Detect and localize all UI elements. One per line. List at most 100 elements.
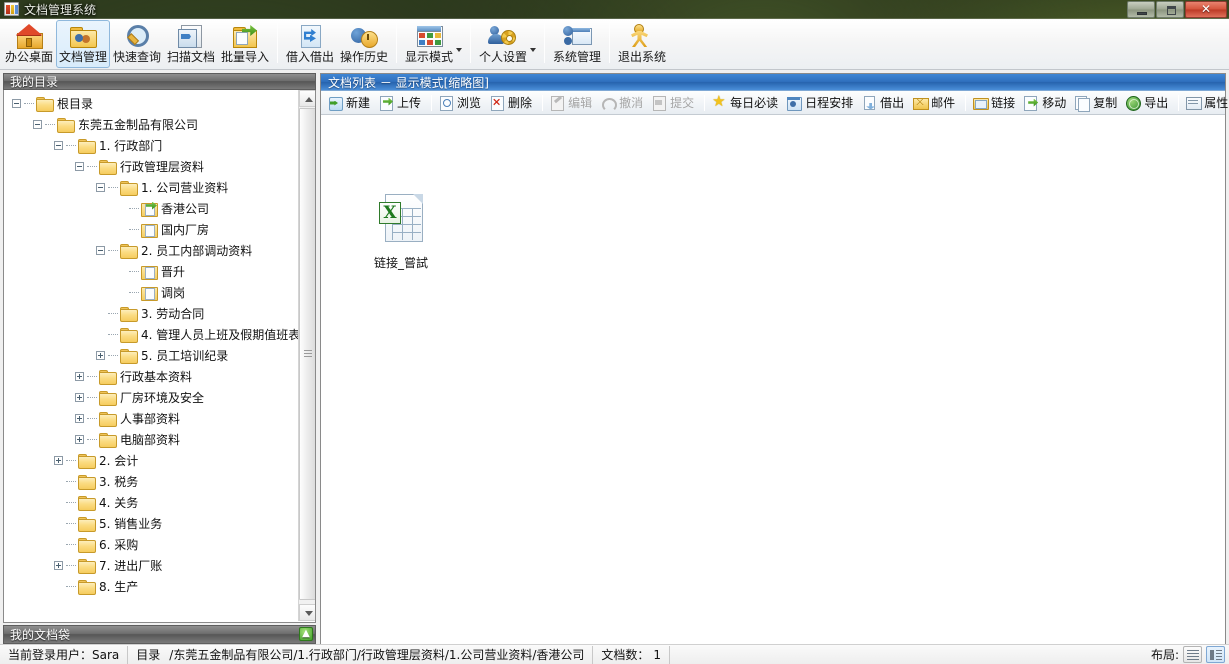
tree-connector: [87, 418, 97, 419]
expand-icon[interactable]: [75, 435, 84, 444]
tree-node[interactable]: 根目录: [4, 93, 299, 114]
list-layout-icon[interactable]: [1183, 646, 1202, 663]
doc-toolbar-submit: 提交: [649, 92, 700, 114]
tree-node[interactable]: 5. 员工培训纪录: [4, 345, 299, 366]
folder-icon: [120, 307, 138, 322]
toolbar-button-folder-people[interactable]: 文档管理: [56, 20, 110, 68]
doc-toolbar-delete[interactable]: ✕删除: [487, 92, 538, 114]
up-arrow-icon[interactable]: ▲: [299, 627, 313, 641]
file-item-label: 链接_嘗試: [373, 256, 428, 270]
expand-icon[interactable]: [54, 561, 63, 570]
collapse-icon[interactable]: [96, 183, 105, 192]
collapse-icon[interactable]: [12, 99, 21, 108]
toolbar-button-batch-import[interactable]: 批量导入: [218, 20, 272, 68]
doc-toolbar-lend[interactable]: 借出: [859, 92, 910, 114]
close-button[interactable]: ✕: [1185, 1, 1227, 18]
toolbar-button-label: 操作历史: [339, 50, 388, 64]
scrollbar-thumb[interactable]: [299, 108, 315, 600]
collapse-icon[interactable]: [75, 162, 84, 171]
toolbar-separator: [544, 23, 545, 63]
expand-icon[interactable]: [75, 414, 84, 423]
tree-node[interactable]: 调岗: [4, 282, 299, 303]
doc-toolbar-new[interactable]: 新建: [325, 92, 376, 114]
doc-toolbar-copy[interactable]: 复制: [1072, 92, 1123, 114]
doc-toolbar-star[interactable]: 每日必读: [709, 92, 784, 114]
expand-icon[interactable]: [75, 393, 84, 402]
folder-icon: [120, 328, 138, 343]
collapse-icon[interactable]: [96, 246, 105, 255]
maximize-button[interactable]: [1156, 1, 1184, 18]
doc-toolbar-upload[interactable]: 上传: [376, 92, 427, 114]
tree-node-label: 根目录: [57, 97, 94, 111]
doc-toolbar-move[interactable]: 移动: [1021, 92, 1072, 114]
tree-node[interactable]: 电脑部资料: [4, 429, 299, 450]
tree-node[interactable]: 厂房环境及安全: [4, 387, 299, 408]
scroll-down-button[interactable]: [299, 604, 315, 621]
tree-node[interactable]: 7. 进出厂账: [4, 555, 299, 576]
toolbar-button-label: 快速查询: [112, 50, 161, 64]
toolbar-button-system-admin[interactable]: 系统管理: [550, 20, 604, 68]
tree-node[interactable]: 晋升: [4, 261, 299, 282]
split-layout-icon[interactable]: [1206, 646, 1225, 663]
tree-vertical-scrollbar[interactable]: [298, 90, 315, 621]
tree-node[interactable]: 1. 行政部门: [4, 135, 299, 156]
folder-icon: [120, 349, 138, 364]
tree-connector: [87, 376, 97, 377]
tree-node[interactable]: 3. 劳动合同: [4, 303, 299, 324]
doc-toolbar-mail[interactable]: 邮件: [910, 92, 961, 114]
tree-node[interactable]: 8. 生产: [4, 576, 299, 597]
doc-toolbar-separator: [965, 94, 967, 111]
tree-node-label: 8. 生产: [99, 580, 139, 594]
tree-node[interactable]: 人事部资料: [4, 408, 299, 429]
tree-node[interactable]: 1. 公司营业资料: [4, 177, 299, 198]
minimize-button[interactable]: [1127, 1, 1155, 18]
doc-toolbar-export[interactable]: 导出: [1123, 92, 1174, 114]
toolbar-button-display-mode[interactable]: 显示模式: [402, 20, 462, 68]
directory-tree[interactable]: 根目录东莞五金制品有限公司 1. 行政部门 行政管理层资料 1. 公司营业资料 香港公司…: [3, 90, 316, 623]
expand-icon[interactable]: [96, 351, 105, 360]
document-list-area[interactable]: X 链接_嘗試: [321, 116, 1225, 657]
doc-toolbar-browse[interactable]: 浏览: [436, 92, 487, 114]
display-mode-icon: [415, 23, 443, 49]
toolbar-button-home[interactable]: 办公桌面: [2, 20, 56, 68]
tree-node[interactable]: 4. 管理人员上班及假期值班表: [4, 324, 299, 345]
my-document-bag-panel[interactable]: 我的文档袋 ▲: [3, 625, 316, 646]
doc-toolbar-label: 借出: [880, 95, 905, 110]
folder-icon: [120, 244, 138, 259]
toolbar-button-personal-settings[interactable]: 个人设置: [476, 20, 536, 68]
tree-node[interactable]: 国内厂房: [4, 219, 299, 240]
collapse-icon[interactable]: [33, 120, 42, 129]
tree-node[interactable]: 2. 会计: [4, 450, 299, 471]
tree-connector: [108, 187, 118, 188]
toolbar-button-scanner[interactable]: 扫描文档: [164, 20, 218, 68]
document-icon: [141, 265, 158, 280]
toolbar-button-magnifier[interactable]: 快速查询: [110, 20, 164, 68]
chevron-down-icon[interactable]: [456, 48, 462, 52]
tree-node[interactable]: 3. 税务: [4, 471, 299, 492]
doc-toolbar-properties[interactable]: 属性: [1183, 92, 1229, 114]
tree-node[interactable]: 东莞五金制品有限公司: [4, 114, 299, 135]
scroll-up-button[interactable]: [299, 90, 315, 107]
chevron-down-icon[interactable]: [530, 48, 536, 52]
tree-node[interactable]: 行政基本资料: [4, 366, 299, 387]
toolbar-button-exit[interactable]: 退出系统: [615, 20, 669, 68]
expand-icon[interactable]: [75, 372, 84, 381]
tree-node[interactable]: 行政管理层资料: [4, 156, 299, 177]
toolbar-button-lend-borrow[interactable]: 借入借出: [283, 20, 337, 68]
tree-node[interactable]: 6. 采购: [4, 534, 299, 555]
expand-icon[interactable]: [54, 456, 63, 465]
doc-toolbar-calendar[interactable]: 日程安排: [784, 92, 859, 114]
tree-node-label: 3. 税务: [99, 475, 139, 489]
tree-node[interactable]: 2. 员工内部调动资料: [4, 240, 299, 261]
tree-node-label: 厂房环境及安全: [120, 391, 205, 405]
toolbar-button-history[interactable]: 操作历史: [337, 20, 391, 68]
collapse-icon[interactable]: [54, 141, 63, 150]
tree-node[interactable]: 4. 关务: [4, 492, 299, 513]
document-icon: [141, 223, 158, 238]
doc-toolbar-link[interactable]: 链接: [970, 92, 1021, 114]
folder-icon: [36, 97, 54, 112]
tree-node[interactable]: 香港公司: [4, 198, 299, 219]
tree-connector: [129, 229, 139, 230]
tree-node[interactable]: 5. 销售业务: [4, 513, 299, 534]
file-item[interactable]: X 链接_嘗試: [351, 194, 451, 271]
